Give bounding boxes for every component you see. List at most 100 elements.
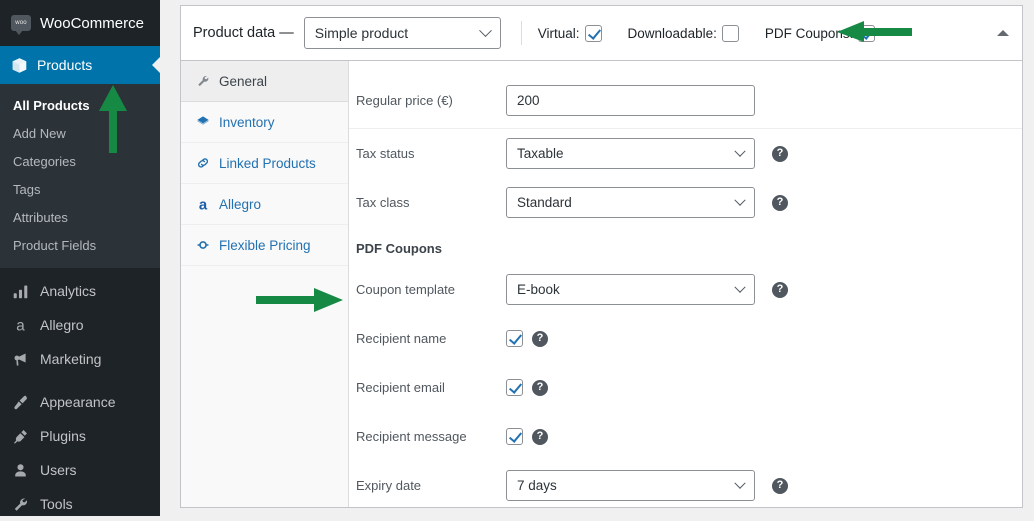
user-icon bbox=[11, 461, 30, 480]
sidebar-item-add-new[interactable]: Add New bbox=[0, 119, 160, 147]
sidebar-item-woocommerce[interactable]: woo WooCommerce bbox=[0, 0, 160, 46]
recipient-email-checkbox[interactable] bbox=[506, 379, 523, 396]
product-data-body: General Inventory Linked Products a Alle… bbox=[181, 61, 1022, 507]
woocommerce-logo-icon: woo bbox=[11, 15, 31, 35]
chevron-down-icon bbox=[478, 24, 492, 38]
tax-class-select[interactable]: Standard bbox=[506, 187, 755, 218]
field-row-recipient-message: Recipient message ? bbox=[349, 412, 1022, 461]
sidebar-item-categories[interactable]: Categories bbox=[0, 147, 160, 175]
recipient-name-checkbox[interactable] bbox=[506, 330, 523, 347]
tab-label-linked-products: Linked Products bbox=[219, 155, 316, 171]
tab-flexible-pricing[interactable]: Flexible Pricing bbox=[181, 225, 348, 266]
sidebar-sublabel-add-new: Add New bbox=[13, 125, 66, 141]
sidebar-item-products[interactable]: Products bbox=[0, 46, 160, 84]
sidebar-item-product-fields[interactable]: Product Fields bbox=[0, 231, 160, 259]
recipient-name-group: ? bbox=[506, 330, 548, 347]
svg-text:a: a bbox=[16, 317, 25, 333]
downloadable-checkbox[interactable] bbox=[721, 24, 739, 42]
help-icon-tax-status[interactable]: ? bbox=[772, 145, 788, 162]
tab-allegro[interactable]: a Allegro bbox=[181, 184, 348, 225]
field-row-expiry-date: Expiry date 7 days ? bbox=[349, 461, 1022, 510]
coupon-template-label: Coupon template bbox=[356, 282, 456, 297]
sidebar-sublabel-categories: Categories bbox=[13, 153, 76, 169]
help-icon-expiry-date[interactable]: ? bbox=[772, 477, 788, 494]
sidebar-sublabel-product-fields: Product Fields bbox=[13, 237, 97, 253]
field-row-recipient-email: Recipient email ? bbox=[349, 363, 1022, 412]
sidebar-item-label-products: Products bbox=[37, 57, 93, 73]
allegro-a-icon: a bbox=[11, 316, 30, 335]
sidebar-item-plugins[interactable]: Plugins bbox=[0, 419, 160, 453]
recipient-email-group: ? bbox=[506, 379, 548, 396]
sidebar-item-analytics[interactable]: Analytics bbox=[0, 274, 160, 308]
expiry-date-label: Expiry date bbox=[356, 478, 422, 493]
regular-price-input[interactable]: 200 bbox=[506, 85, 755, 116]
product-type-select[interactable]: Simple product bbox=[303, 17, 501, 49]
plug-icon bbox=[11, 427, 30, 446]
bar-chart-icon bbox=[11, 282, 30, 301]
tax-status-select[interactable]: Taxable bbox=[506, 138, 755, 169]
field-row-regular-price: Regular price (€) 200 bbox=[349, 69, 1022, 129]
sidebar-item-label-marketing: Marketing bbox=[40, 351, 102, 367]
sidebar-item-users[interactable]: Users bbox=[0, 453, 160, 487]
tax-class-label: Tax class bbox=[356, 195, 410, 210]
sidebar-sublabel-attributes: Attributes bbox=[13, 209, 68, 225]
downloadable-checkbox-group[interactable]: Downloadable: bbox=[628, 24, 739, 42]
sidebar-item-label-woocommerce: WooCommerce bbox=[40, 14, 144, 32]
regular-price-value: 200 bbox=[517, 93, 540, 108]
tax-status-label: Tax status bbox=[356, 146, 415, 161]
sidebar-item-label-appearance: Appearance bbox=[40, 394, 116, 410]
help-icon-tax-class[interactable]: ? bbox=[772, 194, 788, 211]
refresh-icon bbox=[195, 238, 210, 253]
sidebar-group-main: Analytics a Allegro Marketing Appearance… bbox=[0, 268, 160, 521]
page-title: Product data — bbox=[193, 25, 294, 41]
virtual-checkbox[interactable] bbox=[584, 24, 602, 42]
sidebar-item-allegro[interactable]: a Allegro bbox=[0, 308, 160, 342]
sidebar-item-all-products[interactable]: All Products bbox=[0, 91, 160, 119]
field-row-tax-class: Tax class Standard ? bbox=[349, 178, 1022, 227]
product-data-panel: Product data — Simple product Virtual: D… bbox=[180, 5, 1023, 508]
field-row-tax-status: Tax status Taxable ? bbox=[349, 129, 1022, 178]
coupon-template-value: E-book bbox=[517, 282, 560, 297]
sidebar-sublabel-all-products: All Products bbox=[13, 97, 90, 113]
tab-label-inventory: Inventory bbox=[219, 114, 275, 130]
sidebar-item-marketing[interactable]: Marketing bbox=[0, 342, 160, 376]
recipient-name-label: Recipient name bbox=[356, 331, 447, 346]
expiry-date-select[interactable]: 7 days bbox=[506, 470, 755, 501]
coupon-template-select[interactable]: E-book bbox=[506, 274, 755, 305]
recipient-message-label: Recipient message bbox=[356, 429, 467, 444]
tab-label-flexible-pricing: Flexible Pricing bbox=[219, 237, 311, 253]
sidebar-item-label-allegro: Allegro bbox=[40, 317, 84, 333]
tax-class-value: Standard bbox=[517, 195, 572, 210]
pdf-coupons-section-title: PDF Coupons bbox=[356, 241, 442, 256]
box-icon bbox=[195, 115, 210, 130]
cube-icon bbox=[11, 57, 28, 74]
sidebar-item-attributes[interactable]: Attributes bbox=[0, 203, 160, 231]
sidebar-item-appearance[interactable]: Appearance bbox=[0, 385, 160, 419]
sidebar-item-label-plugins: Plugins bbox=[40, 428, 86, 444]
help-icon-recipient-name[interactable]: ? bbox=[532, 330, 548, 347]
triangle-up-icon[interactable] bbox=[997, 30, 1009, 36]
svg-text:a: a bbox=[198, 197, 207, 212]
virtual-label: Virtual: bbox=[537, 25, 580, 41]
link-icon bbox=[195, 156, 210, 171]
woo-logo-text: woo bbox=[15, 20, 27, 26]
chevron-down-icon bbox=[734, 194, 746, 206]
chevron-down-icon bbox=[734, 477, 746, 489]
tab-label-general: General bbox=[219, 73, 268, 89]
help-icon-recipient-email[interactable]: ? bbox=[532, 379, 548, 396]
tab-inventory[interactable]: Inventory bbox=[181, 102, 348, 143]
tab-general[interactable]: General bbox=[181, 61, 348, 102]
help-icon-recipient-message[interactable]: ? bbox=[532, 428, 548, 445]
recipient-message-group: ? bbox=[506, 428, 548, 445]
arrow-up-all-products bbox=[98, 85, 128, 155]
sidebar-item-label-tools: Tools bbox=[40, 496, 73, 512]
recipient-message-checkbox[interactable] bbox=[506, 428, 523, 445]
help-icon-coupon-template[interactable]: ? bbox=[772, 281, 788, 298]
chevron-down-icon bbox=[734, 281, 746, 293]
paintbrush-icon bbox=[11, 393, 30, 412]
tab-label-allegro: Allegro bbox=[219, 196, 262, 212]
virtual-checkbox-group[interactable]: Virtual: bbox=[537, 24, 602, 42]
wrench-icon bbox=[11, 495, 30, 514]
sidebar-item-tags[interactable]: Tags bbox=[0, 175, 160, 203]
tab-linked-products[interactable]: Linked Products bbox=[181, 143, 348, 184]
